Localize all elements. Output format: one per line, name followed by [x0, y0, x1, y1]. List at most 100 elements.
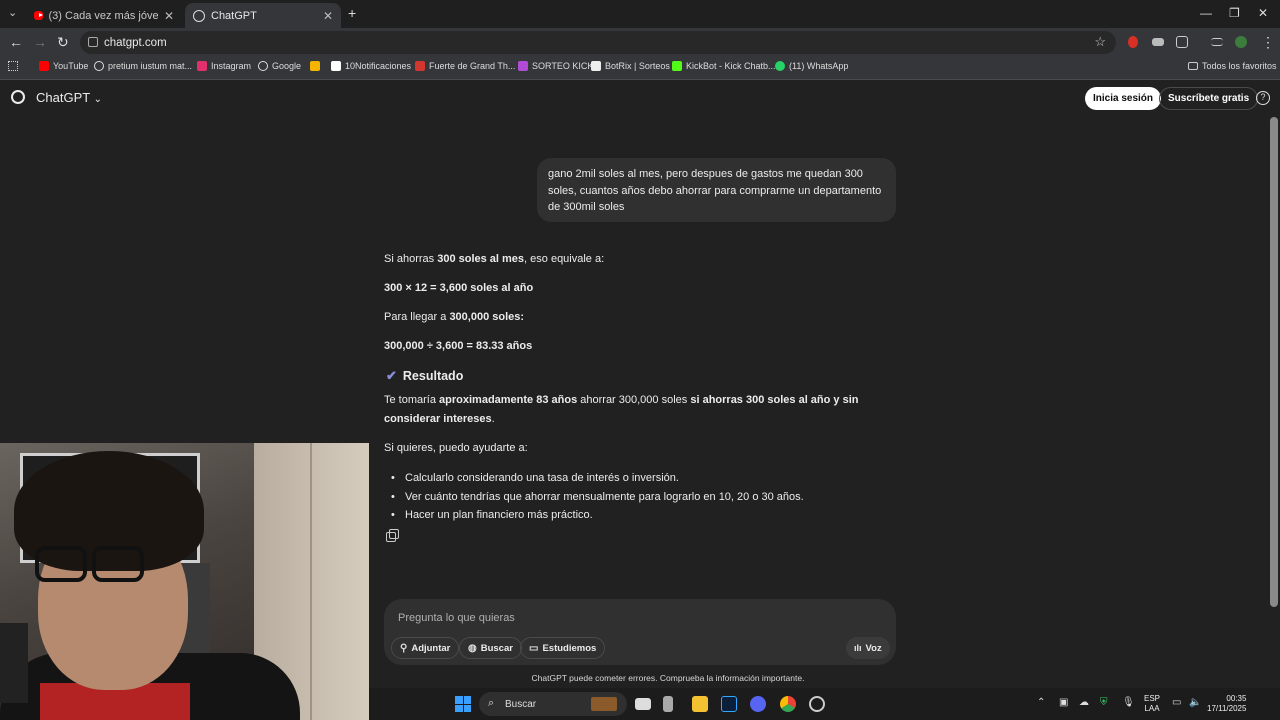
profile-avatar-icon[interactable]	[1235, 36, 1247, 48]
prompt-input[interactable]	[398, 609, 798, 627]
bookmark-label: BotRix | Sorteos	[605, 61, 670, 71]
bookmark-instagram[interactable]: Instagram	[197, 61, 251, 71]
kickbot-icon	[672, 61, 682, 71]
glasses-left-lens	[35, 546, 87, 582]
bookmark-label: KickBot - Kick Chatb...	[686, 61, 776, 71]
forward-icon[interactable]: →	[33, 34, 47, 50]
bookmark-label: Fuerte de Grand Th...	[429, 61, 516, 71]
tab-chatgpt[interactable]: ChatGPT ✕	[185, 3, 341, 28]
tab-title: ChatGPT	[211, 9, 257, 22]
tab-search-icon[interactable]: ⌄	[8, 6, 17, 19]
chrome-icon[interactable]	[780, 696, 796, 712]
bookmark-fuerte[interactable]: Fuerte de Grand Th...	[415, 61, 515, 71]
calculation-1: 300 × 12 = 3,600 soles al año	[384, 282, 534, 294]
browser-tab-bar: ⌄ (3) Cada vez más jóvenes elige ✕ ChatG…	[0, 0, 1280, 28]
instagram-icon	[197, 61, 207, 71]
bookmark-label: Google	[272, 61, 302, 71]
app-title: ChatGPT	[36, 90, 90, 105]
bookmark-kickbot[interactable]: KickBot - Kick Chatb...	[672, 61, 776, 71]
minimize-icon[interactable]: —	[1200, 6, 1212, 20]
user-message-bubble: gano 2mil soles al mes, pero despues de …	[537, 158, 896, 222]
bookmark-label: Todos los favoritos	[1202, 61, 1277, 71]
file-explorer-icon[interactable]	[692, 696, 708, 712]
chevron-up-icon[interactable]: ⌃	[1037, 697, 1045, 708]
bookmark-whatsapp[interactable]: (11) WhatsApp	[775, 61, 848, 71]
microphone-arm	[0, 623, 28, 703]
tab-youtube[interactable]: (3) Cada vez más jóvenes elige ✕	[26, 3, 182, 28]
bookmark-botrix[interactable]: BotRix | Sorteos	[591, 61, 670, 71]
disclaimer: ChatGPT puede cometer errores. Comprueba…	[531, 673, 805, 683]
copy-icon[interactable]	[386, 529, 399, 542]
bookmark-pretium[interactable]: pretium iustum mat...	[94, 61, 192, 71]
bookmarks-folder[interactable]: Todos los favoritos	[1188, 61, 1277, 71]
extensions-puzzle-icon[interactable]	[1176, 36, 1188, 48]
task-view-icon[interactable]	[635, 698, 651, 710]
list-item: Calcularlo considerando una tasa de inte…	[391, 469, 804, 488]
taskbar-search[interactable]: ⌕ Buscar	[479, 692, 627, 716]
glasses-right-lens	[92, 546, 144, 582]
search-highlight-icon	[591, 697, 617, 711]
youtube-icon	[39, 61, 49, 71]
search-button[interactable]: ◍ Buscar	[459, 637, 522, 659]
folder-icon	[1188, 62, 1198, 70]
reload-icon[interactable]: ↻	[57, 34, 69, 50]
composer: ⚲Adjuntar ◍Buscar ▭Estudiemos ılıVoz	[384, 599, 896, 665]
scrollbar[interactable]	[1270, 117, 1278, 607]
paperclip-icon: ⚲	[400, 642, 408, 654]
search-icon: ⌕	[488, 697, 495, 709]
calculation-2: 300,000 ÷ 3,600 = 83.33 años	[384, 340, 533, 352]
bookmark-google[interactable]: Google	[258, 61, 301, 71]
network-icon[interactable]: ▭	[1172, 697, 1181, 708]
login-button[interactable]: Inicia sesión	[1085, 87, 1162, 110]
study-button[interactable]: ▭ Estudiemos	[520, 637, 606, 659]
chevron-down-icon: ⌄	[93, 94, 102, 105]
close-window-icon[interactable]: ✕	[1258, 6, 1268, 20]
close-tab-icon[interactable]: ✕	[164, 9, 174, 23]
microphone-icon[interactable]: 🎙	[1122, 697, 1135, 708]
bookmark-youtube[interactable]: YouTube	[39, 61, 88, 71]
model-selector[interactable]: ChatGPT ⌄	[36, 90, 102, 105]
botrix-icon	[591, 61, 601, 71]
discord-icon[interactable]	[750, 696, 766, 712]
volume-icon[interactable]: 🔈	[1189, 697, 1201, 708]
attach-button[interactable]: ⚲ Adjuntar	[391, 637, 460, 659]
extension-card-icon[interactable]	[1152, 38, 1164, 46]
new-tab-icon[interactable]: +	[348, 5, 356, 21]
site-info-icon[interactable]	[88, 37, 98, 47]
tray-app-icon[interactable]: ▣	[1059, 697, 1068, 708]
help-icon[interactable]: ?	[1256, 91, 1270, 105]
windows-start-icon[interactable]	[455, 696, 471, 712]
bookmark-sorteo-kick[interactable]: SORTEO KICK	[518, 61, 593, 71]
cloud-icon[interactable]: ☁	[1079, 697, 1089, 708]
whatsapp-icon	[775, 61, 785, 71]
app-circle-icon[interactable]	[809, 696, 825, 712]
app-pin-icon[interactable]	[663, 696, 673, 712]
answer-line-2: Para llegar a 300,000 soles:	[384, 311, 525, 323]
reading-list-icon[interactable]	[1211, 38, 1223, 46]
bookmark-star-icon[interactable]: ☆	[1094, 34, 1106, 50]
back-icon[interactable]: ←	[9, 34, 23, 50]
result-paragraph: Te tomaría aproximadamente 83 años ahorr…	[384, 394, 859, 425]
chatgpt-logo-icon[interactable]	[11, 90, 25, 104]
bookmark-10notificaciones[interactable]: 10Notificaciones	[331, 61, 411, 71]
bookmark-label: 10Notificaciones	[345, 61, 412, 71]
close-tab-icon[interactable]: ✕	[323, 9, 333, 23]
clock[interactable]: 00:35 17/11/2025	[1207, 694, 1246, 714]
apps-grid-icon[interactable]	[8, 61, 18, 71]
photoshop-icon[interactable]	[721, 696, 737, 712]
language-indicator[interactable]: ESP LAA	[1144, 694, 1160, 714]
globe-icon	[94, 61, 104, 71]
address-bar[interactable]: chatgpt.com ☆	[80, 31, 1116, 54]
windows-taskbar: ⌕ Buscar ⌃ ▣ ☁ ⛨ 🎙 ESP LAA ▭ 🔈 00:35 17/11…	[369, 688, 1280, 720]
tab-title: (3) Cada vez más jóvenes elige	[48, 9, 158, 22]
shield-icon[interactable]: ⛨	[1100, 697, 1108, 708]
bookmark-label: Instagram	[211, 61, 252, 71]
globe-icon: ◍	[468, 642, 477, 654]
restore-icon[interactable]: ❐	[1229, 6, 1240, 20]
bookmark-pinwheel[interactable]	[310, 61, 320, 71]
book-icon: ▭	[529, 642, 539, 654]
extension-red-icon[interactable]	[1128, 36, 1138, 48]
signup-button[interactable]: Suscríbete gratis	[1159, 87, 1259, 110]
voice-button[interactable]: ılı Voz	[846, 637, 890, 659]
browser-menu-icon[interactable]: ⋮	[1261, 34, 1275, 50]
